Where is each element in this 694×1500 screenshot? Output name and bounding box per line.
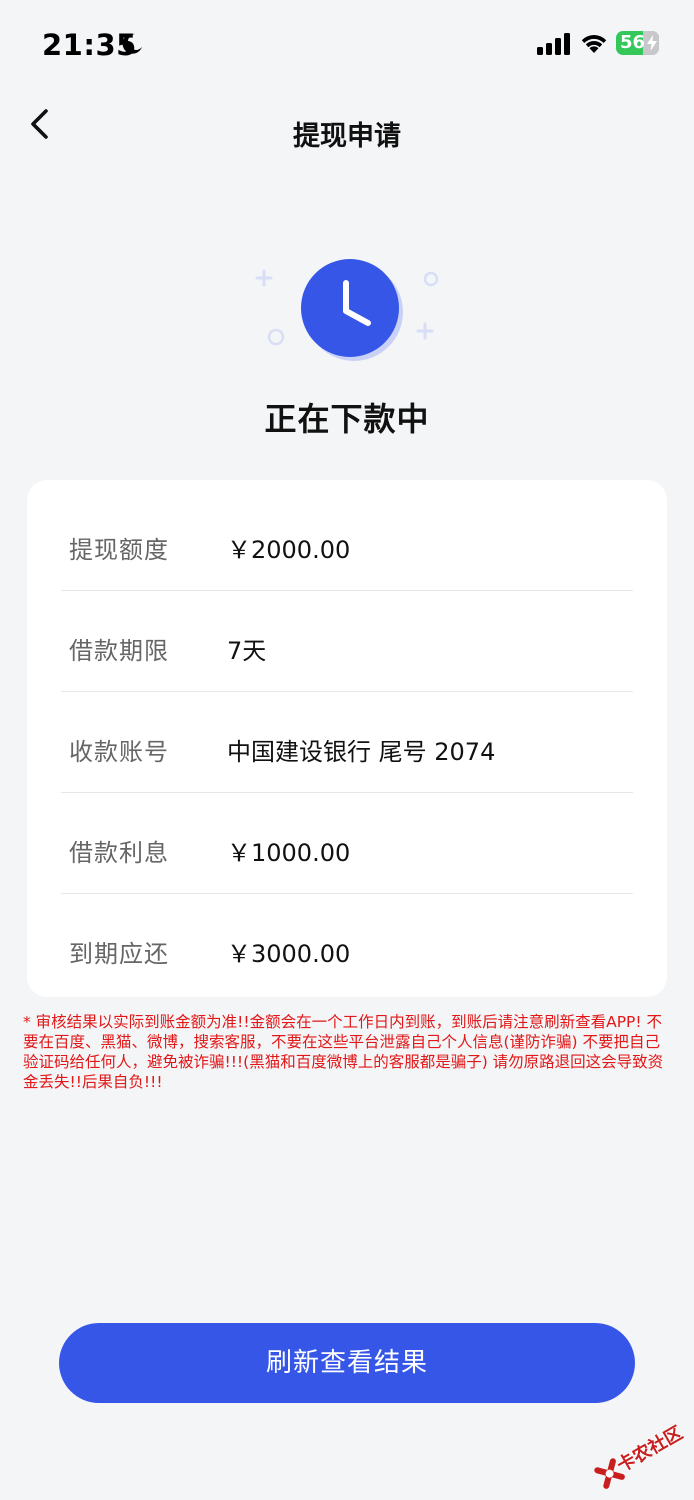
refresh-result-button[interactable]: 刷新查看结果 bbox=[59, 1323, 635, 1403]
moon-icon bbox=[122, 33, 142, 54]
detail-row-due: 到期应还 ￥3000.00 bbox=[61, 894, 633, 995]
detail-value: ￥1000.00 bbox=[227, 839, 351, 867]
detail-label: 借款利息 bbox=[69, 839, 169, 867]
detail-label: 借款期限 bbox=[69, 637, 169, 665]
battery-indicator: 56 bbox=[616, 31, 659, 55]
detail-value: 中国建设银行 尾号 2074 bbox=[227, 738, 496, 766]
watermark-text: 卡农社区 bbox=[613, 1422, 687, 1477]
detail-value: ￥3000.00 bbox=[227, 940, 351, 968]
detail-value: ￥2000.00 bbox=[227, 536, 351, 564]
cellular-signal-icon bbox=[537, 33, 570, 55]
status-bar: 21:35 56 bbox=[0, 0, 694, 88]
withdrawal-details-card: 提现额度 ￥2000.00 借款期限 7天 收款账号 中国建设银行 尾号 207… bbox=[27, 480, 667, 997]
detail-row-interest: 借款利息 ￥1000.00 bbox=[61, 793, 633, 894]
detail-label: 收款账号 bbox=[69, 738, 169, 766]
battery-level: 56 bbox=[620, 32, 646, 53]
clock-icon bbox=[255, 259, 439, 361]
detail-value: 7天 bbox=[227, 637, 267, 665]
charging-bolt-icon bbox=[647, 35, 657, 51]
status-title: 正在下款中 bbox=[264, 400, 430, 438]
warning-notice: * 审核结果以实际到账金额为准!!金额会在一个工作日内到账，到账后请注意刷新查看… bbox=[23, 1013, 664, 1091]
detail-label: 到期应还 bbox=[69, 940, 169, 968]
detail-row-amount: 提现额度 ￥2000.00 bbox=[61, 490, 633, 591]
page-title: 提现申请 bbox=[293, 121, 401, 152]
detail-row-account: 收款账号 中国建设银行 尾号 2074 bbox=[61, 692, 633, 793]
watermark: 卡农社区 bbox=[578, 1396, 694, 1500]
withdrawal-status-page: 21:35 56 提现申请 正在下款中 提现额度 ￥2000.00 借款期限 7… bbox=[0, 0, 694, 1500]
detail-label: 提现额度 bbox=[69, 536, 169, 564]
detail-row-term: 借款期限 7天 bbox=[61, 591, 633, 692]
wifi-icon bbox=[581, 35, 607, 53]
